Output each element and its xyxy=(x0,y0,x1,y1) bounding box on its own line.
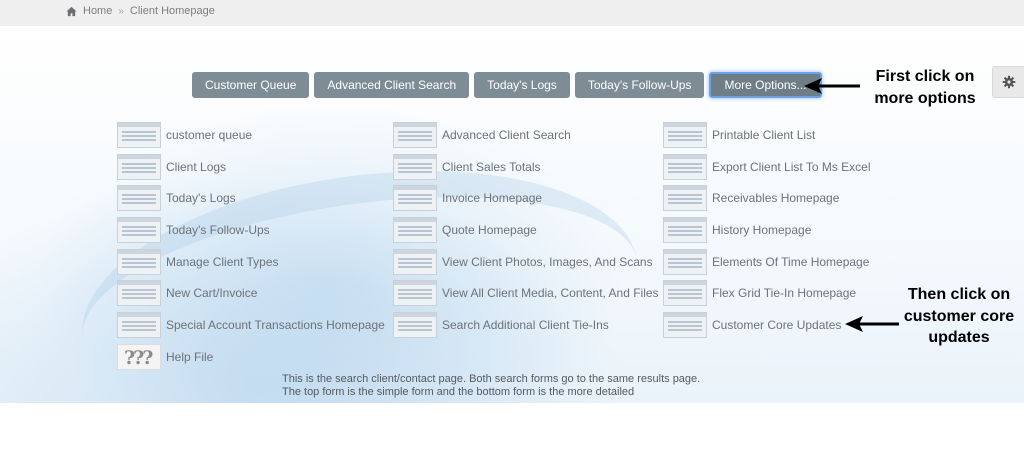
thumbnail-image xyxy=(663,185,707,212)
thumbnail-image xyxy=(663,216,707,243)
thumbnail-image xyxy=(117,248,161,275)
thumbnail-image xyxy=(663,121,707,148)
link-view-all-client-media[interactable]: View All Client Media, Content, And File… xyxy=(442,286,659,300)
list-item[interactable]: Client Sales Totals xyxy=(393,151,659,183)
link-elements-of-time[interactable]: Elements Of Time Homepage xyxy=(712,255,869,269)
list-item[interactable]: Manage Client Types xyxy=(117,246,385,278)
page-description: This is the search client/contact page. … xyxy=(282,373,701,398)
link-flex-grid-tie-in[interactable]: Flex Grid Tie-In Homepage xyxy=(712,286,856,300)
thumbnail-image xyxy=(393,311,437,338)
list-item[interactable]: Today's Logs xyxy=(117,182,385,214)
list-item[interactable]: Flex Grid Tie-In Homepage xyxy=(663,277,871,309)
advanced-client-search-button[interactable]: Advanced Client Search xyxy=(314,72,470,98)
link-help-file[interactable]: Help File xyxy=(166,350,213,364)
thumbnail-image xyxy=(663,153,707,180)
annotation-first-click: First click on more options xyxy=(874,68,976,107)
link-todays-logs[interactable]: Today's Logs xyxy=(166,191,236,205)
thumbnail-image xyxy=(117,121,161,148)
customer-queue-button[interactable]: Customer Queue xyxy=(192,72,310,98)
list-item[interactable]: Special Account Transactions Homepage xyxy=(117,309,385,341)
list-item[interactable]: Today's Follow-Ups xyxy=(117,214,385,246)
arrow-left-icon xyxy=(804,78,860,94)
arrow-left-icon xyxy=(845,316,899,332)
list-item[interactable]: View Client Photos, Images, And Scans xyxy=(393,246,659,278)
link-search-additional-tie-ins[interactable]: Search Additional Client Tie-Ins xyxy=(442,318,609,332)
list-item[interactable]: Elements Of Time Homepage xyxy=(663,246,871,278)
thumbnail-image xyxy=(117,311,161,338)
thumbnail-image xyxy=(117,185,161,212)
thumbnail-image xyxy=(393,121,437,148)
settings-button[interactable] xyxy=(992,66,1024,98)
link-customer-core-updates[interactable]: Customer Core Updates xyxy=(712,318,841,332)
link-special-account-transactions[interactable]: Special Account Transactions Homepage xyxy=(166,318,385,332)
link-receivables-homepage[interactable]: Receivables Homepage xyxy=(712,191,839,205)
annotation-then-click: Then click on customer core updates xyxy=(903,286,1015,346)
list-item[interactable]: Invoice Homepage xyxy=(393,182,659,214)
list-item[interactable]: Search Additional Client Tie-Ins xyxy=(393,309,659,341)
link-manage-client-types[interactable]: Manage Client Types xyxy=(166,255,279,269)
help-question-icon: ??? xyxy=(117,343,161,370)
list-item[interactable]: ??? Help File xyxy=(117,341,385,373)
link-history-homepage[interactable]: History Homepage xyxy=(712,223,811,237)
link-customer-queue[interactable]: customer queue xyxy=(166,128,252,142)
link-column-3: Printable Client List Export Client List… xyxy=(663,119,871,341)
link-client-sales-totals[interactable]: Client Sales Totals xyxy=(442,160,541,174)
list-item[interactable]: Export Client List To Ms Excel xyxy=(663,151,871,183)
breadcrumb-separator: » xyxy=(118,5,124,17)
breadcrumb-current: Client Homepage xyxy=(129,5,215,17)
link-column-2: Advanced Client Search Client Sales Tota… xyxy=(393,119,659,341)
todays-logs-button[interactable]: Today's Logs xyxy=(474,72,570,98)
todays-follow-ups-button[interactable]: Today's Follow-Ups xyxy=(574,72,705,98)
thumbnail-image xyxy=(393,216,437,243)
thumbnail-image xyxy=(663,248,707,275)
action-button-row: Customer Queue Advanced Client Search To… xyxy=(192,72,822,98)
link-view-client-photos[interactable]: View Client Photos, Images, And Scans xyxy=(442,255,653,269)
list-item[interactable]: Printable Client List xyxy=(663,119,871,151)
link-quote-homepage[interactable]: Quote Homepage xyxy=(442,223,537,237)
list-item[interactable]: Receivables Homepage xyxy=(663,182,871,214)
list-item[interactable]: New Cart/Invoice xyxy=(117,277,385,309)
link-export-client-list-excel[interactable]: Export Client List To Ms Excel xyxy=(712,160,871,174)
list-item[interactable]: View All Client Media, Content, And File… xyxy=(393,277,659,309)
list-item[interactable]: History Homepage xyxy=(663,214,871,246)
breadcrumb: Home » Client Homepage xyxy=(66,5,215,17)
list-item[interactable]: Client Logs xyxy=(117,151,385,183)
link-advanced-client-search[interactable]: Advanced Client Search xyxy=(442,128,571,142)
thumbnail-image xyxy=(393,185,437,212)
breadcrumb-bar: Home » Client Homepage xyxy=(0,0,1024,27)
link-todays-follow-ups[interactable]: Today's Follow-Ups xyxy=(166,223,270,237)
list-item[interactable]: Quote Homepage xyxy=(393,214,659,246)
gear-icon xyxy=(1002,75,1015,89)
link-column-1: customer queue Client Logs Today's Logs … xyxy=(117,119,385,373)
link-client-logs[interactable]: Client Logs xyxy=(166,160,226,174)
thumbnail-image xyxy=(663,311,707,338)
thumbnail-image xyxy=(393,280,437,307)
list-item[interactable]: customer queue xyxy=(117,119,385,151)
thumbnail-image xyxy=(117,153,161,180)
thumbnail-image xyxy=(393,153,437,180)
link-new-cart-invoice[interactable]: New Cart/Invoice xyxy=(166,286,257,300)
thumbnail-image xyxy=(663,280,707,307)
thumbnail-image xyxy=(117,216,161,243)
list-item[interactable]: Customer Core Updates xyxy=(663,309,871,341)
list-item[interactable]: Advanced Client Search xyxy=(393,119,659,151)
breadcrumb-home-link[interactable]: Home xyxy=(83,5,112,17)
link-printable-client-list[interactable]: Printable Client List xyxy=(712,128,815,142)
home-icon[interactable] xyxy=(66,6,77,17)
thumbnail-image xyxy=(117,280,161,307)
link-invoice-homepage[interactable]: Invoice Homepage xyxy=(442,191,542,205)
thumbnail-image xyxy=(393,248,437,275)
